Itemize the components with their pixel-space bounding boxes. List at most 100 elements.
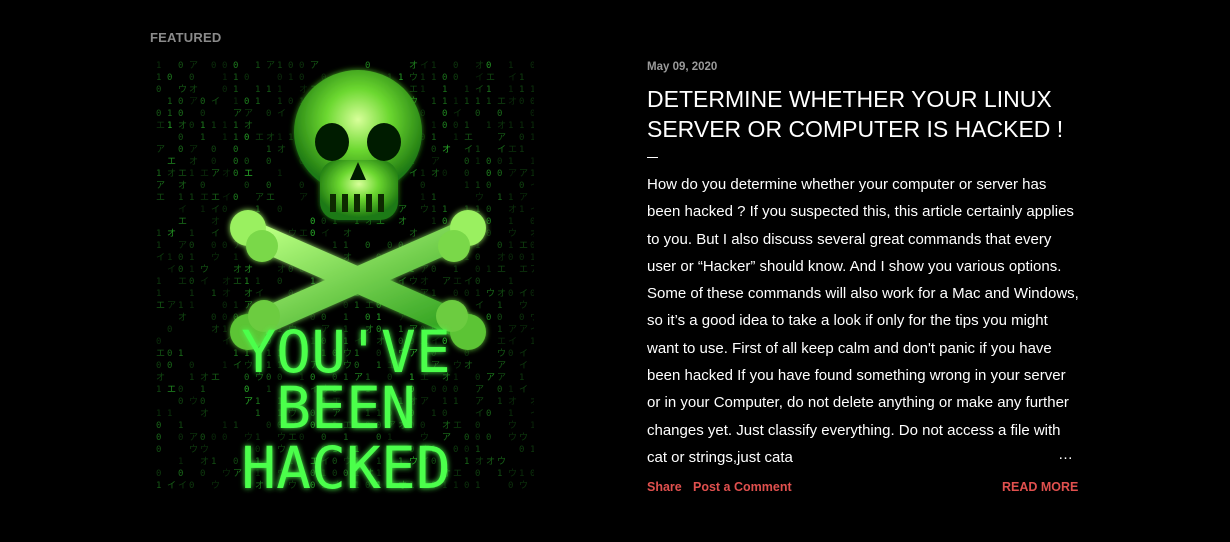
- svg-text:0: 0: [475, 277, 480, 287]
- svg-text:エ: エ: [200, 193, 209, 203]
- svg-text:1: 1: [222, 325, 227, 335]
- svg-text:0: 0: [486, 217, 491, 227]
- svg-text:0: 0: [222, 301, 227, 311]
- svg-text:1: 1: [211, 289, 216, 299]
- svg-text:1: 1: [497, 193, 502, 203]
- svg-text:ア: ア: [475, 397, 484, 407]
- featured-post-image[interactable]: 1100エア1アエ11イ11エ0エ0オ11000010111エオオ1イア000エ…: [150, 60, 534, 497]
- svg-text:オ: オ: [497, 252, 506, 263]
- svg-text:0: 0: [519, 97, 524, 107]
- svg-text:1: 1: [167, 109, 172, 119]
- svg-text:エ: エ: [519, 265, 528, 275]
- svg-text:エ: エ: [365, 301, 374, 311]
- svg-text:ウ: ウ: [211, 480, 220, 491]
- svg-text:0: 0: [475, 373, 480, 383]
- svg-text:1: 1: [189, 229, 194, 239]
- svg-text:1: 1: [156, 409, 161, 419]
- svg-text:1: 1: [431, 217, 436, 227]
- svg-text:1: 1: [530, 85, 534, 95]
- svg-text:0: 0: [431, 145, 436, 155]
- svg-text:0: 0: [189, 481, 194, 491]
- svg-text:1: 1: [332, 241, 337, 251]
- post-title[interactable]: DETERMINE WHETHER YOUR LINUX SERVER OR C…: [647, 84, 1087, 144]
- svg-text:0: 0: [156, 433, 161, 443]
- svg-text:ア: ア: [310, 61, 319, 71]
- svg-text:0: 0: [299, 61, 304, 71]
- svg-text:オ: オ: [244, 264, 253, 275]
- svg-text:0: 0: [475, 421, 480, 431]
- svg-text:0: 0: [519, 445, 524, 455]
- svg-text:1: 1: [233, 97, 238, 107]
- svg-text:イ: イ: [211, 205, 220, 215]
- svg-text:オ: オ: [299, 84, 308, 95]
- svg-text:0: 0: [178, 145, 183, 155]
- share-button[interactable]: Share: [647, 480, 682, 494]
- svg-text:オ: オ: [508, 204, 517, 215]
- svg-text:イ: イ: [497, 145, 506, 155]
- svg-text:1: 1: [530, 133, 534, 143]
- svg-text:イ: イ: [211, 229, 220, 239]
- svg-text:ア: ア: [178, 241, 187, 251]
- svg-text:1: 1: [431, 289, 436, 299]
- svg-text:イ: イ: [178, 205, 187, 215]
- svg-text:ア: ア: [233, 109, 242, 119]
- svg-text:ア: ア: [189, 97, 198, 107]
- post-comment-link[interactable]: Post a Comment: [693, 480, 792, 494]
- svg-text:ア: ア: [519, 325, 528, 335]
- svg-text:1: 1: [508, 193, 513, 203]
- svg-text:0: 0: [266, 421, 271, 431]
- svg-text:エ: エ: [156, 193, 165, 203]
- svg-text:1: 1: [178, 349, 183, 359]
- svg-text:1: 1: [200, 385, 205, 395]
- svg-text:1: 1: [431, 73, 436, 83]
- svg-text:ウ: ウ: [189, 396, 198, 407]
- svg-text:エ: エ: [233, 277, 242, 287]
- svg-text:0: 0: [464, 433, 469, 443]
- svg-text:1: 1: [442, 85, 447, 95]
- svg-text:エ: エ: [508, 145, 517, 155]
- svg-text:1: 1: [189, 301, 194, 311]
- svg-text:0: 0: [310, 217, 315, 227]
- svg-text:0: 0: [486, 181, 491, 191]
- svg-text:エ: エ: [156, 301, 165, 311]
- svg-text:1: 1: [486, 121, 491, 131]
- svg-text:1: 1: [530, 421, 534, 431]
- svg-text:1: 1: [453, 265, 458, 275]
- svg-text:ア: ア: [398, 205, 407, 215]
- svg-text:0: 0: [464, 289, 469, 299]
- svg-text:1: 1: [167, 409, 172, 419]
- svg-text:0: 0: [178, 265, 183, 275]
- svg-text:エ: エ: [453, 277, 462, 287]
- svg-text:1: 1: [156, 277, 161, 287]
- svg-text:1: 1: [189, 253, 194, 263]
- svg-text:ア: ア: [189, 61, 198, 71]
- svg-text:ウ: ウ: [200, 444, 209, 455]
- svg-text:ア: ア: [167, 301, 176, 311]
- svg-text:ア: ア: [156, 181, 165, 191]
- svg-text:0: 0: [431, 385, 436, 395]
- svg-text:0: 0: [266, 109, 271, 119]
- svg-text:エ: エ: [409, 85, 418, 95]
- svg-text:1: 1: [486, 85, 491, 95]
- svg-text:0: 0: [222, 205, 227, 215]
- svg-text:1: 1: [519, 121, 524, 131]
- svg-text:1: 1: [189, 373, 194, 383]
- svg-text:1: 1: [167, 121, 172, 131]
- svg-text:ア: ア: [475, 385, 484, 395]
- svg-text:1: 1: [211, 121, 216, 131]
- svg-text:0: 0: [156, 361, 161, 371]
- svg-text:0: 0: [497, 169, 502, 179]
- svg-text:0: 0: [211, 61, 216, 71]
- svg-text:0: 0: [178, 385, 183, 395]
- svg-text:1: 1: [519, 73, 524, 83]
- svg-text:1: 1: [431, 61, 436, 71]
- svg-text:ア: ア: [244, 109, 253, 119]
- read-more-link[interactable]: READ MORE: [1002, 480, 1078, 494]
- svg-text:0: 0: [442, 109, 447, 119]
- svg-text:ウ: ウ: [409, 72, 418, 83]
- svg-text:ウ: ウ: [530, 312, 534, 323]
- svg-text:1: 1: [233, 349, 238, 359]
- svg-text:0: 0: [167, 73, 172, 83]
- svg-text:1: 1: [530, 121, 534, 131]
- svg-text:オ: オ: [167, 228, 176, 239]
